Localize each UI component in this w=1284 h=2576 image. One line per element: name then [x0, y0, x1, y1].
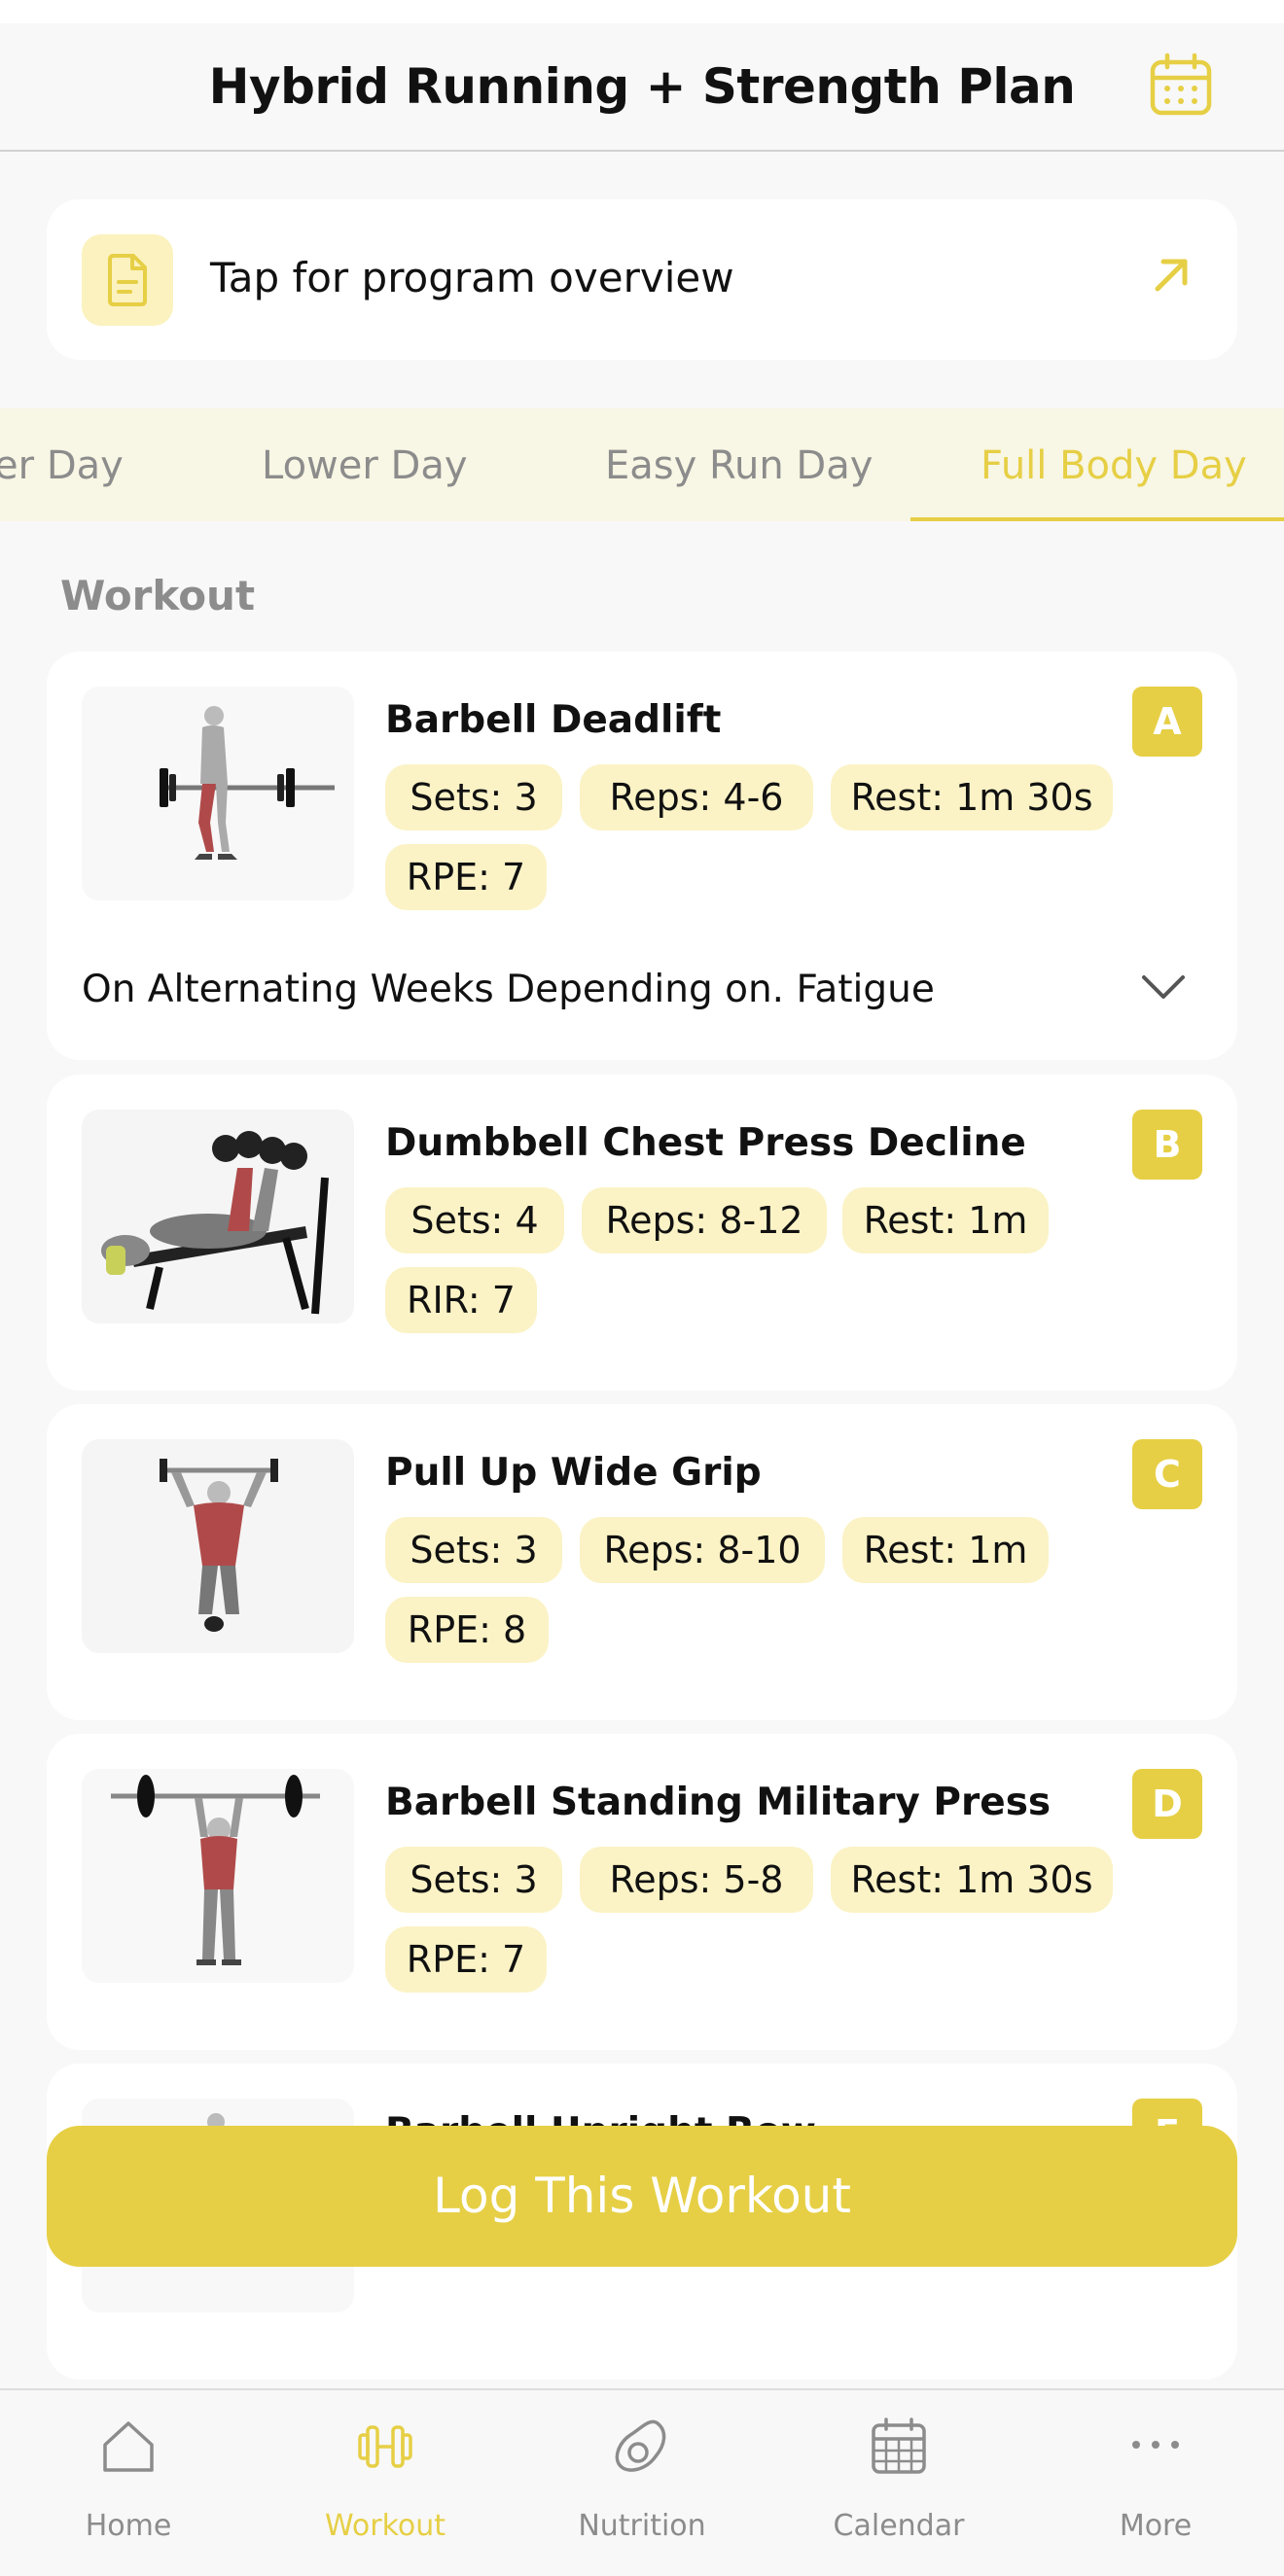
calendar-icon — [872, 2417, 926, 2474]
rest-chip: Rest: 1m — [842, 1187, 1049, 1253]
rir-chip: RIR: 7 — [385, 1267, 537, 1333]
tab-label: Nutrition — [578, 2509, 706, 2543]
calendar-button[interactable] — [1148, 53, 1214, 119]
exercise-card[interactable]: Dumbbell Chest Press Decline B Sets: 4 R… — [47, 1075, 1237, 1391]
log-workout-button[interactable]: Log This Workout — [47, 2126, 1237, 2267]
bottom-tab-bar: Home Workout Nutrition Calendar More — [0, 2388, 1284, 2576]
tab-full-body-day[interactable]: Full Body Day — [981, 443, 1247, 488]
sets-chip: Sets: 3 — [385, 1847, 562, 1913]
dumbbell-icon — [358, 2425, 412, 2468]
exercise-thumbnail — [82, 687, 354, 900]
tab-upper-day[interactable]: Upper Day — [0, 443, 124, 488]
exercise-name: Barbell Deadlift — [385, 698, 722, 742]
reps-chip: Reps: 5-8 — [580, 1847, 813, 1913]
page-title: Hybrid Running + Strength Plan — [208, 58, 1076, 115]
tab-more[interactable]: More — [1027, 2390, 1284, 2576]
exercise-card[interactable]: Pull Up Wide Grip C Sets: 3 Reps: 8-10 R… — [47, 1404, 1237, 1720]
rpe-chip: RPE: 7 — [385, 1926, 547, 1993]
exercise-order-badge: D — [1132, 1769, 1202, 1839]
tab-lower-day[interactable]: Lower Day — [262, 443, 468, 488]
exercise-note: On Alternating Weeks Depending on. Fatig… — [82, 968, 935, 1011]
pull-up-figure-image — [160, 1459, 278, 1632]
day-tabs: Upper Day Lower Day Easy Run Day Full Bo… — [0, 408, 1284, 521]
tab-nutrition[interactable]: Nutrition — [514, 2390, 770, 2576]
rpe-chip: RPE: 7 — [385, 844, 547, 910]
chevron-down-icon[interactable] — [1140, 972, 1187, 1002]
calendar-icon — [1150, 53, 1212, 116]
arrow-up-right-icon — [1155, 259, 1188, 292]
tab-calendar[interactable]: Calendar — [770, 2390, 1027, 2576]
tab-workout[interactable]: Workout — [257, 2390, 514, 2576]
section-label: Workout — [60, 572, 256, 619]
exercise-order-badge: A — [1132, 687, 1202, 757]
exercise-card[interactable]: Barbell Standing Military Press D Sets: … — [47, 1734, 1237, 2050]
tab-home[interactable]: Home — [0, 2390, 257, 2576]
program-overview-card[interactable]: Tap for program overview — [47, 199, 1237, 360]
header: Hybrid Running + Strength Plan — [0, 23, 1284, 152]
exercise-order-badge: C — [1132, 1439, 1202, 1509]
tab-label: Home — [85, 2509, 172, 2543]
rpe-chip: RPE: 8 — [385, 1597, 549, 1663]
reps-chip: Reps: 4-6 — [580, 764, 813, 830]
status-bar-area — [0, 0, 1284, 23]
exercise-thumbnail — [82, 1769, 354, 1983]
exercise-thumbnail — [82, 1110, 354, 1323]
rest-chip: Rest: 1m 30s — [831, 1847, 1113, 1913]
exercise-order-badge: B — [1132, 1110, 1202, 1180]
exercise-name: Barbell Standing Military Press — [385, 1781, 1052, 1824]
exercise-card[interactable]: Barbell Deadlift A Sets: 3 Reps: 4-6 Res… — [47, 652, 1237, 1060]
tab-label: Calendar — [833, 2509, 965, 2543]
exercise-thumbnail — [82, 1439, 354, 1653]
document-icon-tile — [82, 234, 173, 326]
sets-chip: Sets: 3 — [385, 764, 562, 830]
reps-chip: Reps: 8-10 — [580, 1517, 825, 1583]
exercise-name: Pull Up Wide Grip — [385, 1451, 762, 1495]
reps-chip: Reps: 8-12 — [582, 1187, 827, 1253]
active-tab-indicator — [910, 517, 1284, 521]
tab-label: More — [1119, 2509, 1193, 2543]
avocado-icon — [615, 2419, 666, 2472]
deadlift-figure-image — [160, 706, 335, 860]
sets-chip: Sets: 3 — [385, 1517, 562, 1583]
chest-press-figure-image — [101, 1131, 329, 1315]
home-icon — [103, 2421, 154, 2472]
document-icon — [108, 254, 147, 306]
tab-label: Workout — [324, 2509, 446, 2543]
exercise-name: Dumbbell Chest Press Decline — [385, 1121, 1026, 1165]
more-icon — [1132, 2441, 1179, 2449]
rest-chip: Rest: 1m — [842, 1517, 1049, 1583]
tab-easy-run-day[interactable]: Easy Run Day — [605, 443, 873, 488]
rest-chip: Rest: 1m 30s — [831, 764, 1113, 830]
sets-chip: Sets: 4 — [385, 1187, 564, 1253]
program-overview-label: Tap for program overview — [210, 254, 734, 301]
military-press-figure-image — [111, 1775, 320, 1965]
